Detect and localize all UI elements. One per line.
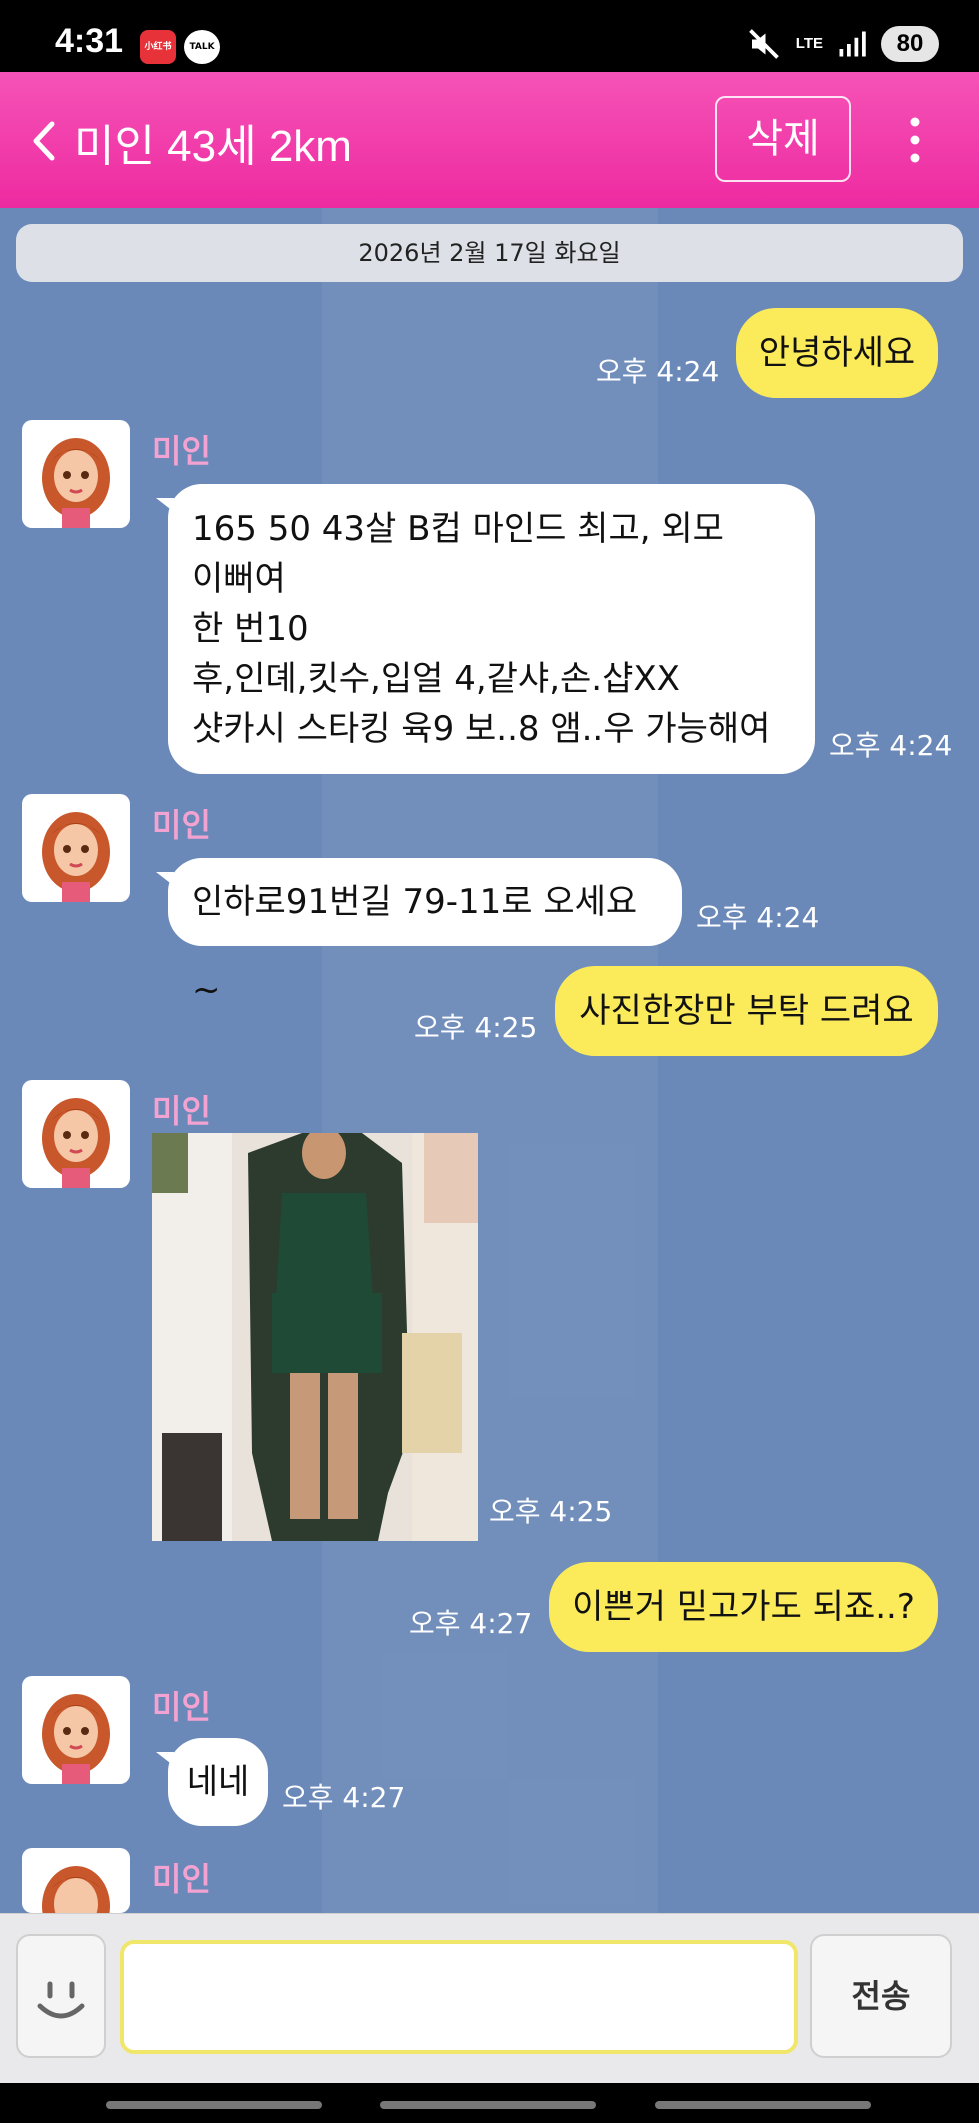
date-divider: 2026년 2월 17일 화요일: [16, 224, 963, 282]
emoji-icon: [37, 1981, 85, 2019]
avatar-icon: [42, 438, 110, 528]
my-message: 안녕하세요: [736, 308, 938, 398]
kakaotalk-icon: TALK: [184, 30, 220, 64]
mute-icon: [748, 29, 779, 59]
message-time: 오후 4:25: [489, 1495, 613, 1528]
message-line: 후,인뎨,킷수,입얼 4,같샤,손.샵XX: [192, 659, 680, 699]
more-vertical-icon[interactable]: [900, 112, 930, 168]
their-message: 네네: [168, 1738, 268, 1826]
message-line: 한 번10: [192, 609, 309, 649]
avatar[interactable]: [22, 1080, 130, 1188]
photo-image: [152, 1133, 478, 1541]
avatar[interactable]: [22, 420, 130, 528]
message-time: 오후 4:27: [409, 1607, 533, 1640]
avatar-icon: [42, 1866, 110, 1913]
status-time: 4:31: [55, 22, 124, 60]
back-arrow-icon[interactable]: [24, 116, 64, 166]
message-line: 샷카시 스타킹 육9 보..8 앰..우 가능해여: [192, 709, 771, 749]
avatar-icon: [42, 1694, 110, 1784]
emoji-button[interactable]: [16, 1934, 106, 2058]
nav-handle[interactable]: [380, 2101, 596, 2109]
nav-handle[interactable]: [655, 2101, 871, 2109]
nav-handle[interactable]: [106, 2101, 322, 2109]
message-time: 오후 4:24: [829, 729, 953, 762]
message-time: 오후 4:25: [414, 1011, 538, 1044]
sender-name: 미인: [152, 806, 211, 844]
message-input[interactable]: [120, 1940, 798, 2054]
sender-name: 미인: [152, 432, 211, 470]
background-stripe: [322, 208, 658, 1913]
avatar[interactable]: [22, 1676, 130, 1784]
avatar-icon: [42, 812, 110, 902]
send-button[interactable]: 전송: [810, 1934, 952, 2058]
message-line: 165 50 43살 B컵 마인드 최고, 외모: [192, 509, 724, 549]
message-line: 이뻐여: [192, 559, 286, 599]
chat-title: 미인 43세 2km: [74, 122, 352, 171]
navigation-bar: [0, 2083, 979, 2123]
sender-name: 미인: [152, 1688, 211, 1726]
status-bar: 4:31 小红书 TALK LTE 80: [0, 0, 979, 72]
my-message: 이쁜거 믿고가도 되죠..?: [549, 1562, 938, 1652]
delete-button[interactable]: 삭제: [715, 96, 851, 182]
message-text: 사진한장만 부탁 드려요: [579, 991, 914, 1031]
xiaohongshu-icon: 小红书: [140, 30, 176, 64]
photo-message[interactable]: [152, 1133, 478, 1541]
avatar[interactable]: [22, 1848, 130, 1913]
chat-header: 미인 43세 2km 삭제: [0, 72, 979, 208]
avatar-icon: [42, 1098, 110, 1188]
battery-indicator: 80: [881, 26, 939, 62]
sender-name: 미인: [152, 1092, 211, 1130]
message-text: 네네: [186, 1762, 250, 1802]
message-text: 이쁜거 믿고가도 되죠..?: [572, 1587, 915, 1627]
avatar[interactable]: [22, 794, 130, 902]
sender-name: 미인: [152, 1860, 211, 1898]
message-input-bar: 전송: [0, 1913, 979, 2083]
my-message: 사진한장만 부탁 드려요: [555, 966, 938, 1056]
message-time: 오후 4:24: [596, 355, 720, 388]
their-message: 인하로91번길 79-11로 오세요~: [168, 858, 682, 1010]
message-text: 안녕하세요: [758, 333, 916, 373]
message-time: 오후 4:27: [282, 1781, 406, 1814]
signal-icon: [839, 31, 866, 57]
lte-indicator: LTE: [795, 35, 823, 52]
message-time: 오후 4:24: [696, 901, 820, 934]
their-message: 165 50 43살 B컵 마인드 최고, 외모 이뻐여 한 번10 후,인뎨,…: [168, 484, 815, 774]
